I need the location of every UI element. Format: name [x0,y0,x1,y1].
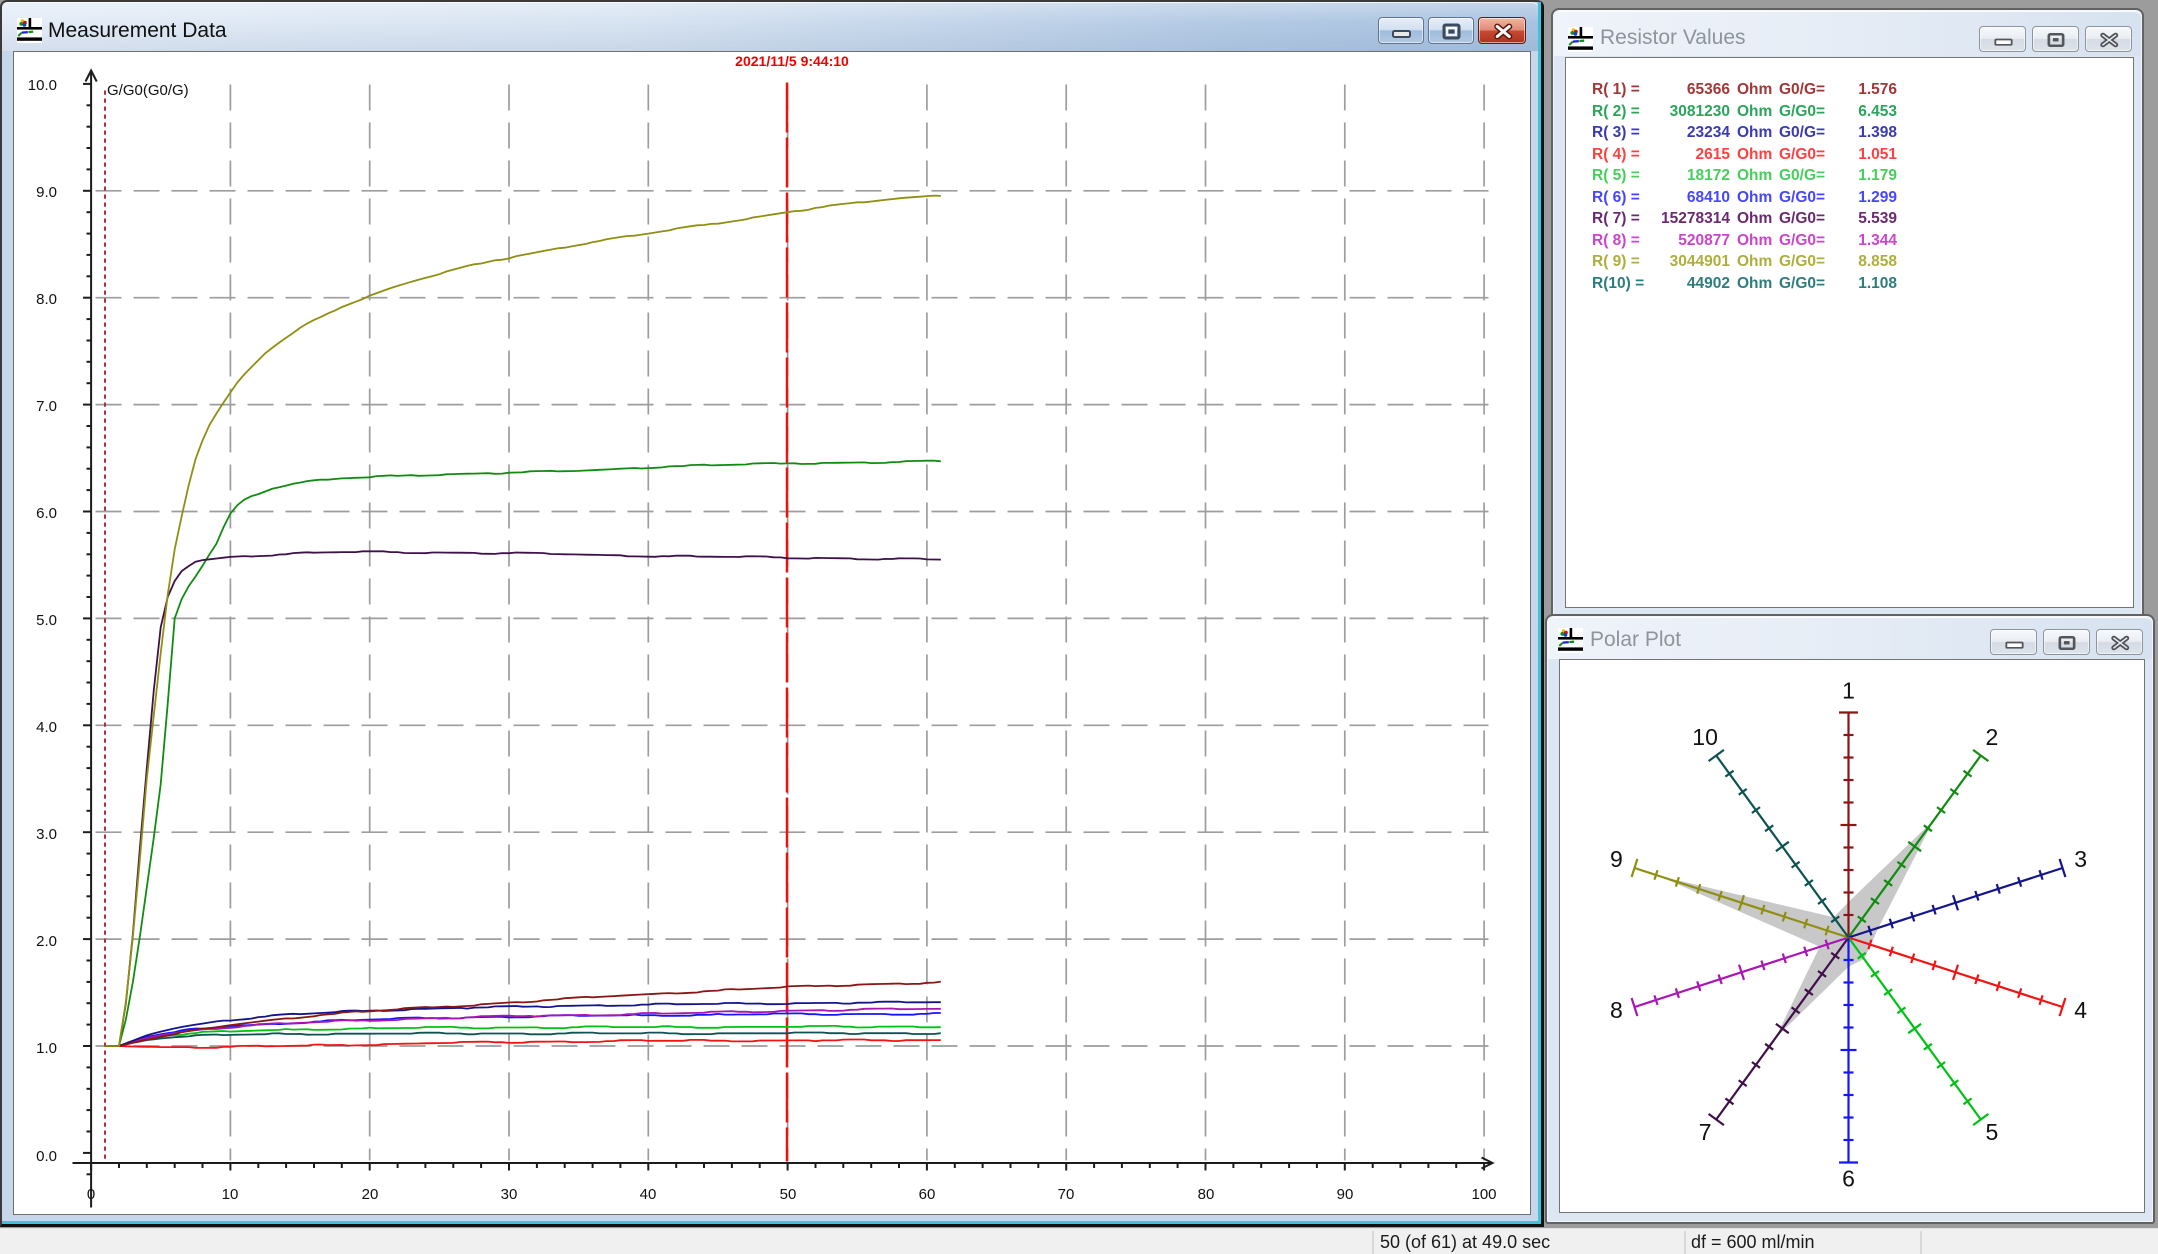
svg-text:3: 3 [2074,846,2087,872]
svg-text:10: 10 [1692,724,1718,750]
svg-text:9: 9 [1610,846,1623,872]
svg-text:5: 5 [1986,1119,1999,1145]
svg-text:1: 1 [1842,678,1855,704]
svg-text:6: 6 [1842,1166,1855,1192]
svg-text:4: 4 [2074,997,2087,1023]
svg-text:2: 2 [1986,724,1999,750]
svg-text:8: 8 [1610,997,1623,1023]
svg-text:7: 7 [1699,1119,1712,1145]
